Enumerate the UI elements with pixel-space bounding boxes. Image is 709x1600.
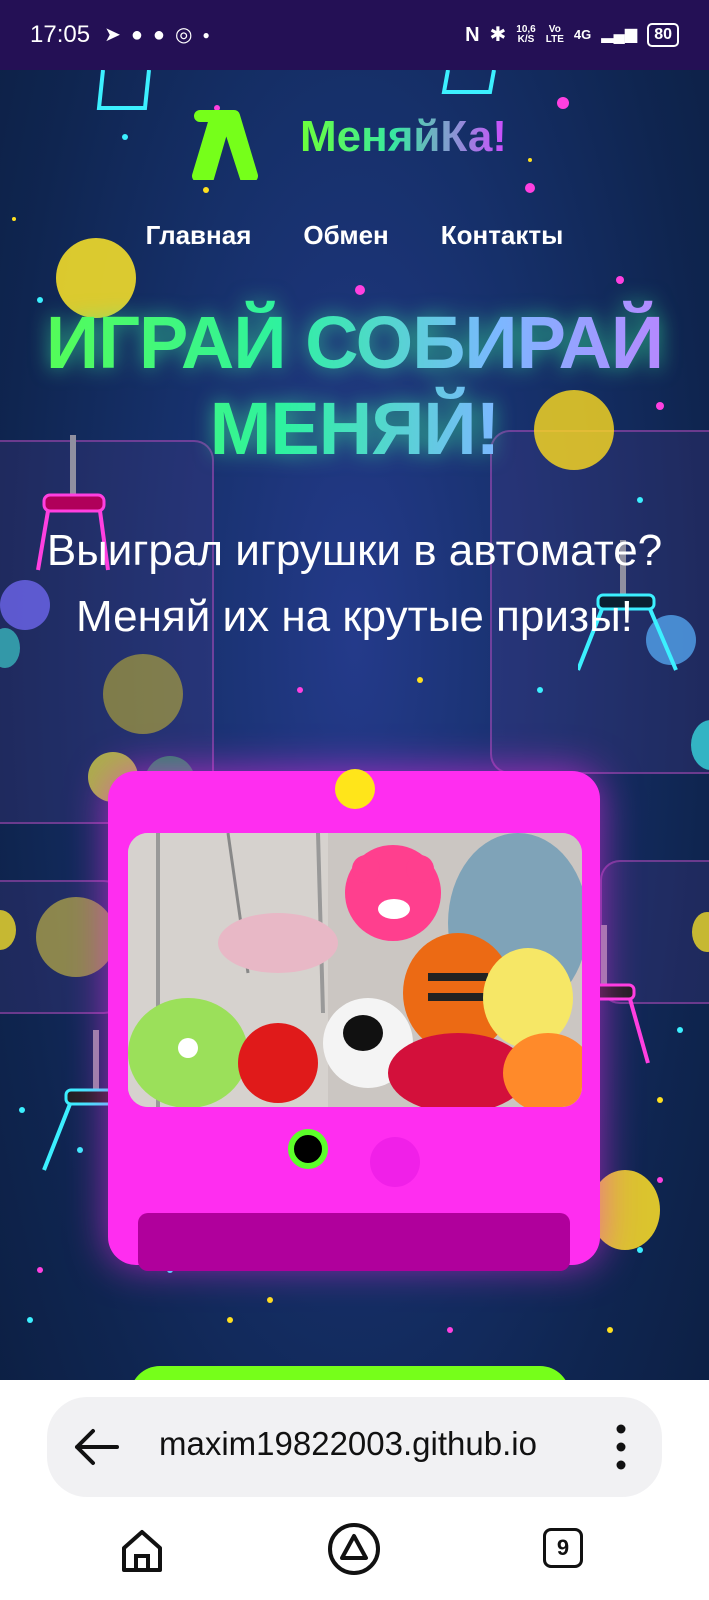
machine-prize-slot (138, 1213, 570, 1271)
status-bar: 17:05 ➤ ● ● ◎ ● N ✱ 10,6 K/S Vo LTE 4G ▂… (0, 0, 709, 70)
browser-nav-row: 9 (0, 1522, 709, 1582)
machine-button-pink (370, 1137, 420, 1187)
more-options-icon[interactable] (616, 1423, 626, 1471)
claw-machine-illustration (108, 769, 600, 1271)
nav-link-exchange[interactable]: Обмен (303, 220, 388, 251)
battery-indicator: 80 (647, 23, 679, 47)
notification-icons: ➤ ● ● ◎ ● (104, 25, 210, 45)
telegram-icon: ➤ (104, 24, 121, 46)
back-arrow-icon[interactable] (73, 1427, 119, 1467)
whatsapp-icon: ◎ (175, 24, 193, 46)
volte-bottom: LTE (545, 34, 564, 45)
url-text[interactable]: maxim19822003.github.io (159, 1425, 537, 1463)
hero-title: ИГРАЙ СОБИРАЙ МЕНЯЙ! (0, 300, 709, 472)
hero-title-line-1: ИГРАЙ СОБИРАЙ (45, 301, 664, 384)
site-header: МеняйКа! (0, 92, 709, 192)
hero-subtitle: Выиграл игрушки в автомате? Меняй их на … (0, 518, 709, 650)
status-right: N ✱ 10,6 K/S Vo LTE 4G ▂▄▆ 80 (465, 23, 679, 47)
tabs-button[interactable]: 9 (543, 1528, 583, 1568)
status-time: 17:05 (30, 21, 91, 48)
claw-logo-icon[interactable] (186, 100, 266, 180)
toys-photo-image (128, 833, 582, 1107)
speed-unit: K/S (517, 34, 535, 45)
machine-light (335, 769, 375, 809)
machine-button-green (288, 1129, 328, 1169)
toys-photo (128, 833, 582, 1107)
browser-bottom-bar: maxim19822003.github.io 9 (0, 1380, 709, 1600)
screen: 17:05 ➤ ● ● ◎ ● N ✱ 10,6 K/S Vo LTE 4G ▂… (0, 0, 709, 1600)
hero-subtitle-line-2: Меняй их на крутые призы! (76, 592, 633, 641)
nfc-icon: N (465, 24, 480, 46)
assistant-icon[interactable] (327, 1522, 381, 1576)
home-icon[interactable] (118, 1526, 166, 1574)
hero-subtitle-line-1: Выиграл игрушки в автомате? (46, 526, 663, 575)
chat-icon: ● (130, 24, 143, 46)
network-type: 4G (573, 27, 592, 42)
volte-indicator: Vo LTE (546, 25, 564, 45)
signal-icon: ▂▄▆ (601, 26, 638, 43)
hero-title-line-2: МЕНЯЙ! (209, 387, 500, 470)
nav-link-contacts[interactable]: Контакты (441, 220, 564, 251)
address-bar[interactable]: maxim19822003.github.io (47, 1397, 662, 1497)
nav-link-home[interactable]: Главная (146, 220, 252, 251)
dot-icon: ● (202, 28, 210, 42)
main-nav: Главная Обмен Контакты (0, 220, 709, 251)
logo-text[interactable]: МеняйКа! (300, 112, 507, 162)
network-speed: 10,6 K/S (516, 25, 535, 45)
message-icon: ● (152, 24, 166, 46)
bluetooth-icon: ✱ (489, 24, 507, 46)
